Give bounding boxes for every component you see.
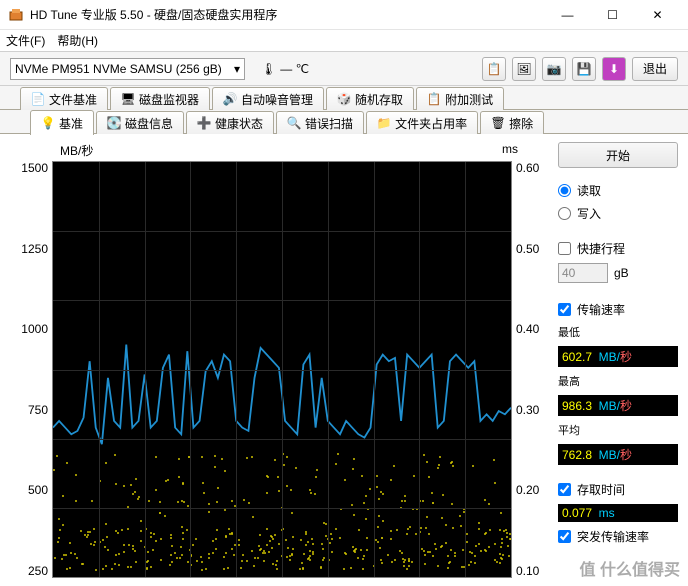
tab-擦除[interactable]: 🗑擦除	[480, 111, 544, 134]
menu-help[interactable]: 帮助(H)	[57, 32, 98, 49]
save-button[interactable]: 💾	[572, 57, 596, 81]
chart-area: 150012501000750500250 0.600.500.400.300.…	[10, 161, 548, 578]
access-time-check[interactable]: 存取时间	[558, 481, 678, 498]
tab-icon: 🗑	[491, 116, 505, 130]
arrow-down-icon: ⬇	[609, 62, 619, 76]
toolbar: NVMe PM951 NVMe SAMSU (256 gB)▾ 🌡 — ℃ 📋 …	[0, 52, 688, 86]
access-value: 0.077 ms	[558, 504, 678, 522]
thermometer-icon: 🌡	[261, 62, 276, 76]
y-axis-right: 0.600.500.400.300.200.10	[512, 161, 548, 578]
minimize-button[interactable]: —	[545, 0, 590, 29]
y-label-left: MB/秒	[60, 142, 93, 159]
tab-icon: 💡	[41, 116, 55, 130]
tabs-top: 📄文件基准🖥磁盘监视器🔊自动噪音管理🎲随机存取📋附加测试	[0, 86, 688, 110]
app-icon	[8, 7, 24, 23]
tab-磁盘信息[interactable]: 💽磁盘信息	[96, 111, 184, 134]
content-area: MB/秒 ms 150012501000750500250 0.600.500.…	[0, 134, 688, 586]
read-radio[interactable]: 读取	[558, 182, 678, 199]
y-label-right: ms	[502, 142, 518, 159]
write-radio[interactable]: 写入	[558, 205, 678, 222]
tab-icon: ➕	[197, 116, 211, 130]
options-button[interactable]: ⬇	[602, 57, 626, 81]
tab-icon: 🔍	[287, 116, 301, 130]
tab-icon: 🔊	[223, 92, 237, 106]
avg-value: 762.8 MB/秒	[558, 444, 678, 465]
camera-icon: 📷	[547, 62, 562, 76]
tab-文件基准[interactable]: 📄文件基准	[20, 87, 108, 110]
tab-icon: 💽	[107, 116, 121, 130]
tab-icon: 🎲	[337, 92, 351, 106]
tab-错误扫描[interactable]: 🔍错误扫描	[276, 111, 364, 134]
side-panel: 开始 读取 写入 快捷行程 gB 传输速率 最低 602.7 MB/秒 最高 9…	[548, 142, 678, 578]
window-title: HD Tune 专业版 5.50 - 硬盘/固态硬盘实用程序	[30, 6, 545, 23]
max-label: 最高	[558, 373, 678, 389]
tab-磁盘监视器[interactable]: 🖥磁盘监视器	[110, 87, 210, 110]
chevron-down-icon: ▾	[234, 62, 240, 76]
start-button[interactable]: 开始	[558, 142, 678, 168]
quick-check[interactable]: 快捷行程	[558, 240, 678, 257]
tab-附加测试[interactable]: 📋附加测试	[416, 87, 504, 110]
max-value: 986.3 MB/秒	[558, 395, 678, 416]
min-value: 602.7 MB/秒	[558, 346, 678, 367]
burst-rate-check[interactable]: 突发传输速率	[558, 528, 678, 545]
copy-button[interactable]: 📋	[482, 57, 506, 81]
quick-value-input	[558, 263, 608, 283]
tab-icon: 📋	[427, 92, 441, 106]
benchmark-plot	[52, 161, 512, 578]
min-label: 最低	[558, 324, 678, 340]
save-icon: 💾	[577, 62, 592, 76]
close-button[interactable]: ✕	[635, 0, 680, 29]
screenshot-button[interactable]: 🖼	[512, 57, 536, 81]
drive-select[interactable]: NVMe PM951 NVMe SAMSU (256 gB)▾	[10, 58, 245, 80]
maximize-button[interactable]: ☐	[590, 0, 635, 29]
avg-label: 平均	[558, 422, 678, 438]
camera-button[interactable]: 📷	[542, 57, 566, 81]
chart-pane: MB/秒 ms 150012501000750500250 0.600.500.…	[10, 142, 548, 578]
y-axis-left: 150012501000750500250	[10, 161, 52, 578]
tab-基准[interactable]: 💡基准	[30, 110, 94, 135]
tab-自动噪音管理[interactable]: 🔊自动噪音管理	[212, 87, 324, 110]
tab-icon: 📁	[377, 116, 391, 130]
tabs-bottom: 💡基准💽磁盘信息➕健康状态🔍错误扫描📁文件夹占用率🗑擦除	[0, 110, 688, 134]
titlebar: HD Tune 专业版 5.50 - 硬盘/固态硬盘实用程序 — ☐ ✕	[0, 0, 688, 30]
tab-icon: 📄	[31, 92, 45, 106]
tab-文件夹占用率[interactable]: 📁文件夹占用率	[366, 111, 478, 134]
tab-健康状态[interactable]: ➕健康状态	[186, 111, 274, 134]
menubar: 文件(F) 帮助(H)	[0, 30, 688, 52]
temperature-display: 🌡 — ℃	[261, 62, 309, 76]
exit-button[interactable]: 退出	[632, 57, 678, 81]
image-icon: 🖼	[516, 62, 531, 76]
tab-icon: 🖥	[121, 92, 135, 106]
transfer-rate-check[interactable]: 传输速率	[558, 301, 678, 318]
menu-file[interactable]: 文件(F)	[6, 32, 45, 49]
tab-随机存取[interactable]: 🎲随机存取	[326, 87, 414, 110]
copy-icon: 📋	[487, 62, 502, 76]
